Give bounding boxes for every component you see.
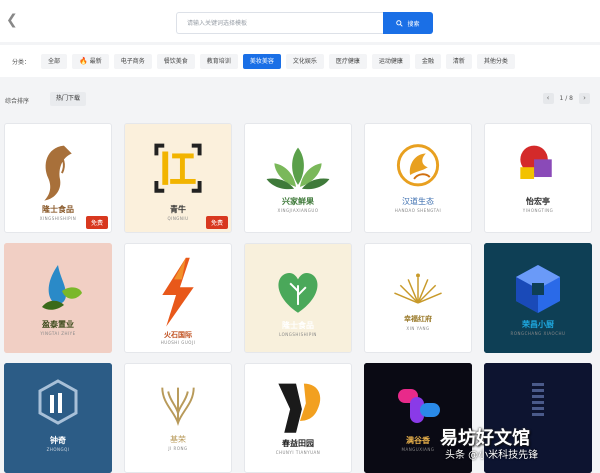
template-card[interactable]: 盈泰置业 YINGTAI ZHIYE xyxy=(4,243,112,353)
search-input[interactable] xyxy=(176,12,384,34)
pagination: ‹ 1 / 8 › xyxy=(542,93,590,104)
water-leaf-logo-icon xyxy=(4,243,112,353)
template-name: 隆士食品 xyxy=(282,321,314,330)
watermark-subtext: 头条 @小米科技先锋 xyxy=(445,450,539,461)
template-subtitle: HUOSHI GUOJI xyxy=(160,340,196,345)
category-chip-culture[interactable]: 文化娱乐 xyxy=(285,53,324,69)
search-icon xyxy=(396,19,404,27)
template-card[interactable]: 荣昌小厨 RONGCHANG XIAOCHU xyxy=(484,243,592,353)
phoenix-circle-logo-icon xyxy=(396,144,440,187)
template-subtitle: ZHONGQI xyxy=(46,447,70,452)
template-name: 汉道生态 xyxy=(402,197,434,206)
template-card[interactable]: 怡宏亭 YIHONGTING xyxy=(484,123,592,233)
template-card[interactable]: 幸福红府 XIN YANG xyxy=(364,243,472,353)
category-chip-beauty[interactable]: 美妆美容 xyxy=(242,53,281,69)
template-card[interactable]: 兴家鲜果 XINGJIAXIANGUO xyxy=(244,123,352,233)
free-badge: 免费 xyxy=(85,216,108,229)
template-subtitle: HANDAO SHENGTAI xyxy=(394,208,442,213)
category-chip-label: 最新 xyxy=(89,57,102,65)
template-name: 荣昌小厨 xyxy=(522,320,554,329)
lotus-leaf-logo-icon xyxy=(266,147,330,190)
category-chip-ecommerce[interactable]: 电子商务 xyxy=(113,53,152,69)
category-chip-finance[interactable]: 金融 xyxy=(414,53,441,69)
sort-bar: 综合排序 热门下载 ‹ 1 / 8 › xyxy=(0,86,600,112)
template-card[interactable]: 基荣 JI RONG xyxy=(124,363,232,473)
template-name: 幸福红府 xyxy=(404,315,432,323)
category-label: 分类： xyxy=(12,58,31,66)
category-chip-sports[interactable]: 运动健康 xyxy=(371,53,410,69)
search-button[interactable]: 搜索 xyxy=(383,12,433,34)
search-button-label: 搜索 xyxy=(407,20,420,28)
hexagon-logo-icon xyxy=(4,363,112,473)
category-bar: 分类： 全部 🔥 最新 电子商务 餐饮美食 教育培训 美妆美容 文化娱乐 医疗健康… xyxy=(0,45,600,77)
crown-fountain-logo-icon xyxy=(394,273,442,304)
template-name: 怡宏亭 xyxy=(526,197,550,206)
category-chip-latest[interactable]: 🔥 最新 xyxy=(72,53,109,69)
template-name: 火石国际 xyxy=(164,331,192,339)
template-name: 兴家鲜果 xyxy=(282,197,314,206)
template-name: 基荣 xyxy=(170,435,186,444)
template-subtitle: XINGJIAXIANGUO xyxy=(277,208,319,213)
template-subtitle: YIHONGTING xyxy=(522,208,554,213)
template-card[interactable]: 汉道生态 HANDAO SHENGTAI xyxy=(364,123,472,233)
category-chip-fresh[interactable]: 清新 xyxy=(445,53,472,69)
isometric-cube-logo-icon xyxy=(484,243,592,353)
template-subtitle: CHUNYI TIANYUAN xyxy=(275,450,321,455)
category-chip-other[interactable]: 其他分类 xyxy=(476,53,515,69)
free-badge: 免费 xyxy=(205,216,228,229)
template-card[interactable]: 火石国际 HUOSHI GUOJI xyxy=(124,243,232,353)
template-subtitle: JI RONG xyxy=(168,446,188,451)
template-name: 春益田园 xyxy=(282,439,314,448)
template-subtitle: XIN YANG xyxy=(406,326,430,331)
category-chip-education[interactable]: 教育培训 xyxy=(199,53,238,69)
category-chip-food[interactable]: 餐饮美食 xyxy=(156,53,195,69)
template-card[interactable]: 青牛 QINGNIU 免费 xyxy=(124,123,232,233)
fire-icon: 🔥 xyxy=(79,56,88,65)
template-card[interactable]: 钟奇 ZHONGQI xyxy=(4,363,112,473)
template-card[interactable]: 隆士食品 LONGSHISHIPIN xyxy=(244,243,352,353)
geometric-square-logo-icon xyxy=(520,145,552,179)
ornamental-crest-logo-icon xyxy=(161,387,195,427)
category-chip-all[interactable]: 全部 xyxy=(41,53,68,69)
template-card[interactable]: 春益田园 CHUNYI TIANYUAN xyxy=(244,363,352,473)
page-indicator: 1 / 8 xyxy=(559,95,573,102)
next-page-icon[interactable]: › xyxy=(579,93,590,104)
template-name: 盈泰置业 xyxy=(42,320,74,329)
template-subtitle: YINGTAI ZHIYE xyxy=(40,331,76,336)
template-subtitle: RONGCHANG XIAOCHU xyxy=(510,331,566,336)
letter-y-logo-icon xyxy=(278,383,321,433)
hot-download-button[interactable]: 热门下载 xyxy=(50,92,87,106)
template-name: 钟奇 xyxy=(50,436,66,445)
sort-label[interactable]: 综合排序 xyxy=(5,96,29,105)
prev-page-icon[interactable]: ‹ xyxy=(542,93,554,104)
back-arrow-icon[interactable]: ❮ xyxy=(6,12,22,28)
top-bar: ❮ 搜索 xyxy=(0,0,600,42)
category-chip-medical[interactable]: 医疗健康 xyxy=(328,53,367,69)
template-name: 隆士食品 xyxy=(42,205,74,214)
template-card[interactable]: 隆士食品 XINGSHISHIPIN 免费 xyxy=(4,123,112,233)
template-subtitle: LONGSHISHIPIN xyxy=(279,332,317,337)
template-name: 青牛 xyxy=(170,205,186,214)
